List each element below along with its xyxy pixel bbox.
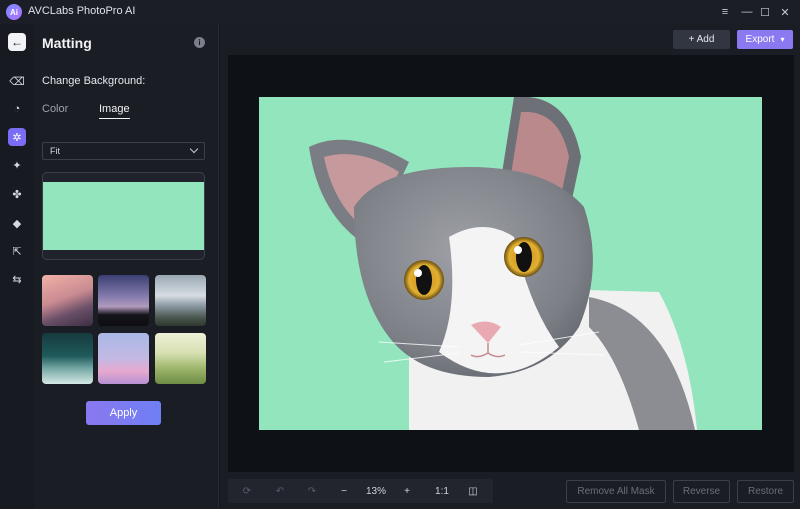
menu-icon[interactable]: ≡ xyxy=(716,3,734,21)
zoom-toolbar: ⟳ ↶ ↷ − 13% + 1:1 ◫ xyxy=(228,479,493,503)
zoom-out-button[interactable]: − xyxy=(335,479,353,503)
chevron-down-icon: ▾ xyxy=(780,35,785,44)
preview-color-swatch xyxy=(43,182,204,250)
title-bar: Ai AVCLabs PhotoPro AI ≡ — ☐ ✕ xyxy=(0,0,800,24)
thumbnail-dusk-trees[interactable] xyxy=(98,275,149,326)
tool-rail xyxy=(0,24,34,509)
redo-icon[interactable]: ↷ xyxy=(303,479,321,503)
apply-button[interactable]: Apply xyxy=(86,401,161,425)
thumbnail-pink-clouds[interactable] xyxy=(98,333,149,384)
zoom-in-button[interactable]: + xyxy=(398,479,416,503)
resize-icon[interactable]: ⇱ xyxy=(8,242,26,260)
chevron-down-icon xyxy=(189,144,199,154)
background-preview[interactable] xyxy=(42,172,205,260)
matting-panel: Matting i Change Background: Color Image… xyxy=(34,24,219,509)
change-background-label: Change Background: xyxy=(42,75,146,87)
app-logo-icon: Ai xyxy=(6,4,22,20)
add-button[interactable]: + Add xyxy=(673,30,730,49)
reverse-button[interactable]: Reverse xyxy=(673,480,730,503)
refresh-icon[interactable]: ⟳ xyxy=(238,479,256,503)
back-button[interactable]: ← xyxy=(8,33,26,51)
thumbnail-mountain-sunset[interactable] xyxy=(42,275,93,326)
adjust-icon[interactable]: ⇆ xyxy=(8,270,26,288)
export-button[interactable]: Export ▾ xyxy=(737,30,793,49)
thumbnail-ocean-wave[interactable] xyxy=(42,333,93,384)
thumbnail-snowy-mountain[interactable] xyxy=(155,275,206,326)
tab-color[interactable]: Color xyxy=(42,103,68,115)
close-icon[interactable]: ✕ xyxy=(776,3,794,21)
thumbnail-meadow-bokeh[interactable] xyxy=(155,333,206,384)
info-icon[interactable]: i xyxy=(194,37,205,48)
shapes-icon[interactable]: ◔ xyxy=(8,100,26,118)
fit-select[interactable]: Fit xyxy=(42,142,205,160)
export-label: Export xyxy=(745,34,775,45)
undo-icon[interactable]: ↶ xyxy=(271,479,289,503)
restore-button[interactable]: Restore xyxy=(737,480,794,503)
flower-icon[interactable]: ✤ xyxy=(8,185,26,203)
maximize-icon[interactable]: ☐ xyxy=(756,3,774,21)
actual-size-button[interactable]: 1:1 xyxy=(428,479,456,503)
compare-icon[interactable]: ◫ xyxy=(464,479,482,503)
cat-illustration xyxy=(309,97,697,430)
minimize-icon[interactable]: — xyxy=(738,3,756,21)
panel-title: Matting xyxy=(42,35,92,51)
tab-image[interactable]: Image xyxy=(99,103,130,119)
remove-all-mask-button[interactable]: Remove All Mask xyxy=(566,480,666,503)
sparkle-icon[interactable]: ✦ xyxy=(8,156,26,174)
zoom-level: 13% xyxy=(365,485,386,497)
eraser-icon[interactable]: ⌫ xyxy=(8,72,26,90)
matting-icon[interactable]: ✲ xyxy=(8,128,26,146)
paint-bucket-icon[interactable]: ◆ xyxy=(8,214,26,232)
fit-select-value: Fit xyxy=(50,146,60,156)
app-title: AVCLabs PhotoPro AI xyxy=(28,5,136,17)
cat-image[interactable] xyxy=(259,97,762,430)
